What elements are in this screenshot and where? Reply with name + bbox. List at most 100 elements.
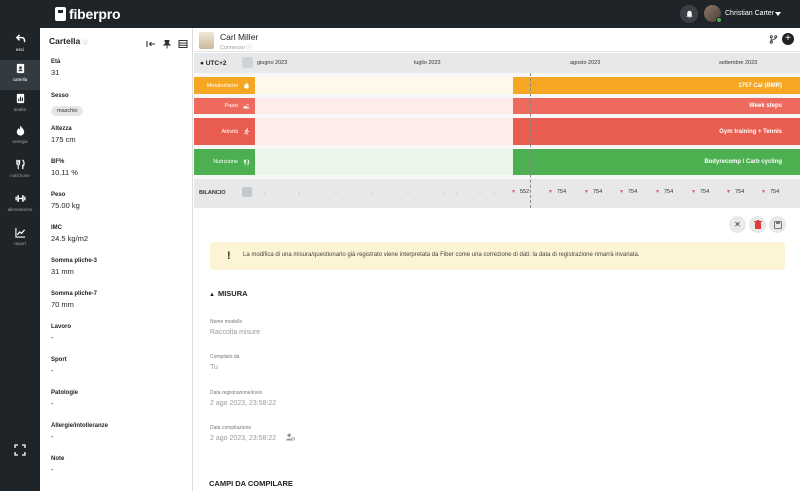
delete-button[interactable] xyxy=(749,216,766,233)
month-label: luglio 2023 xyxy=(414,60,441,66)
month-label: agosto 2023 xyxy=(570,60,601,66)
field-bf: BF% 10.11 % xyxy=(51,159,78,177)
balance-empty: - xyxy=(479,191,481,197)
triangle-down-icon: ▼ xyxy=(655,189,660,195)
timeline-row-nutrizione[interactable]: Nutrizione Bodyrecomp / Carb cycling xyxy=(194,149,800,175)
row-history xyxy=(255,77,513,94)
triangle-down-icon: ▼ xyxy=(548,189,553,195)
field-label: Nome modello xyxy=(210,319,243,325)
cartella-title: Cartella ⓘ xyxy=(49,36,88,46)
row-history xyxy=(255,149,513,175)
field-patologie: Patologie - xyxy=(51,390,78,408)
nav-item-report[interactable]: report xyxy=(0,224,40,254)
patient-name[interactable]: Carl Miller xyxy=(220,32,258,42)
timezone-label[interactable]: ● UTC+2 xyxy=(200,60,227,67)
field-label: Sport xyxy=(51,357,67,363)
field-label: Allergie/intolleranze xyxy=(51,423,109,429)
balance-number: 754 xyxy=(592,189,603,195)
floppy-icon xyxy=(773,220,782,229)
left-nav: esci cartella analisi energia nutrizione… xyxy=(0,28,40,491)
row-bar[interactable]: Week steps xyxy=(513,98,800,114)
field-value: Raccolta misure xyxy=(210,329,261,336)
cartella-title-text: Cartella xyxy=(49,36,81,46)
back-arrow-icon xyxy=(15,34,25,43)
field-value: 175 cm xyxy=(51,135,76,144)
timeline-row-metabolismo[interactable]: Metabolismo 1757 Cal (BMR) xyxy=(194,77,800,94)
close-button[interactable]: ✕ xyxy=(729,216,746,233)
online-indicator xyxy=(716,17,722,23)
bilancio-icon[interactable] xyxy=(242,187,252,197)
user-name[interactable]: Christian Carter xyxy=(725,10,774,17)
table-icon[interactable] xyxy=(178,36,188,48)
field-value: 2 ago 2023, 23:58:22 xyxy=(210,400,277,407)
field-peso: Peso 75.00 kg xyxy=(51,192,80,210)
field-label: IMC xyxy=(51,225,62,231)
triangle-down-icon: ▼ xyxy=(619,189,624,195)
warning-banner: ! La modifica di una misura/questionario… xyxy=(210,242,785,270)
patient-status-text: Connesso xyxy=(220,45,245,51)
row-label-text: Metabolismo xyxy=(206,82,238,89)
row-bar[interactable]: 1757 Cal (BMR) xyxy=(513,77,800,94)
chevron-down-icon[interactable] xyxy=(775,12,781,16)
campi-section-title: CAMPI DA COMPILARE xyxy=(209,479,293,488)
month-label: settembre 2023 xyxy=(719,60,758,66)
fork-knife-icon xyxy=(15,159,25,170)
nav-item-esci[interactable]: esci xyxy=(0,30,40,60)
row-history xyxy=(255,118,513,145)
balance-value: ▼ 552 xyxy=(511,189,529,195)
balance-empty: - xyxy=(407,191,409,197)
branch-icon[interactable] xyxy=(769,35,778,44)
balance-empty: - xyxy=(371,191,373,197)
save-button[interactable] xyxy=(769,216,786,233)
notifications-button[interactable] xyxy=(680,5,698,23)
add-button[interactable]: + xyxy=(782,33,794,45)
row-label-text: Nutrizione xyxy=(213,159,238,165)
plus-icon: + xyxy=(785,33,791,44)
misura-field-compilato-da: Compilato da Tu xyxy=(210,354,239,371)
balance-empty: - xyxy=(335,191,337,197)
field-label: Somma pliche-7 xyxy=(51,291,98,297)
timeline-row-attivita[interactable]: Attività Gym training + Tennis xyxy=(194,118,800,145)
logo-mark-icon xyxy=(55,7,66,21)
line-chart-icon xyxy=(14,227,25,238)
field-value: 24.5 kg/m2 xyxy=(51,234,89,243)
misura-title: MISURA xyxy=(217,289,248,298)
misura-section-toggle[interactable]: ▲ MISURA xyxy=(209,289,248,298)
nav-label: cartella xyxy=(12,77,28,82)
field-label: Sesso xyxy=(51,93,69,99)
month-label: giugno 2023 xyxy=(257,60,288,66)
field-label: Data compilazione xyxy=(210,425,252,431)
timeline-row-passi[interactable]: Passi Week steps xyxy=(194,98,800,114)
timeline: ● UTC+2 giugno 2023 luglio 2023 agosto 2… xyxy=(194,53,800,208)
person-clock-icon[interactable] xyxy=(286,433,295,441)
nav-item-cartella[interactable]: cartella xyxy=(0,60,40,90)
row-bar[interactable]: Gym training + Tennis xyxy=(513,118,800,145)
triangle-down-icon: ▼ xyxy=(511,189,516,195)
field-value: - xyxy=(51,465,54,474)
calendar-icon[interactable] xyxy=(242,57,253,68)
info-icon: ⓘ xyxy=(246,45,252,51)
field-label: Note xyxy=(51,456,65,462)
logo[interactable]: fiberpro xyxy=(55,6,120,22)
row-bar[interactable]: Bodyrecomp / Carb cycling xyxy=(513,149,800,175)
expand-icon[interactable] xyxy=(14,444,26,456)
flame-icon xyxy=(244,82,249,89)
bilancio-label: BILANCIO xyxy=(199,190,226,196)
balance-value: ▼ 754 xyxy=(691,189,709,195)
field-label: Patologie xyxy=(51,390,79,396)
info-icon: ⓘ xyxy=(82,40,88,46)
collapse-icon[interactable] xyxy=(146,36,156,47)
nav-item-energia[interactable]: energia xyxy=(0,122,40,152)
balance-number: 754 xyxy=(699,189,710,195)
row-label-text: Attività xyxy=(221,128,238,135)
balance-number: 754 xyxy=(769,189,780,195)
nav-item-allenamento[interactable]: allenamento xyxy=(0,190,40,220)
pin-icon[interactable] xyxy=(162,36,172,49)
trash-icon xyxy=(753,220,762,229)
nav-item-nutrizione[interactable]: nutrizione xyxy=(0,156,40,186)
field-value: - xyxy=(51,333,54,342)
field-allergie: Allergie/intolleranze - xyxy=(51,423,108,441)
nav-item-analisi[interactable]: analisi xyxy=(0,90,40,120)
field-value: 70 mm xyxy=(51,300,74,309)
user-avatar[interactable] xyxy=(704,5,722,23)
